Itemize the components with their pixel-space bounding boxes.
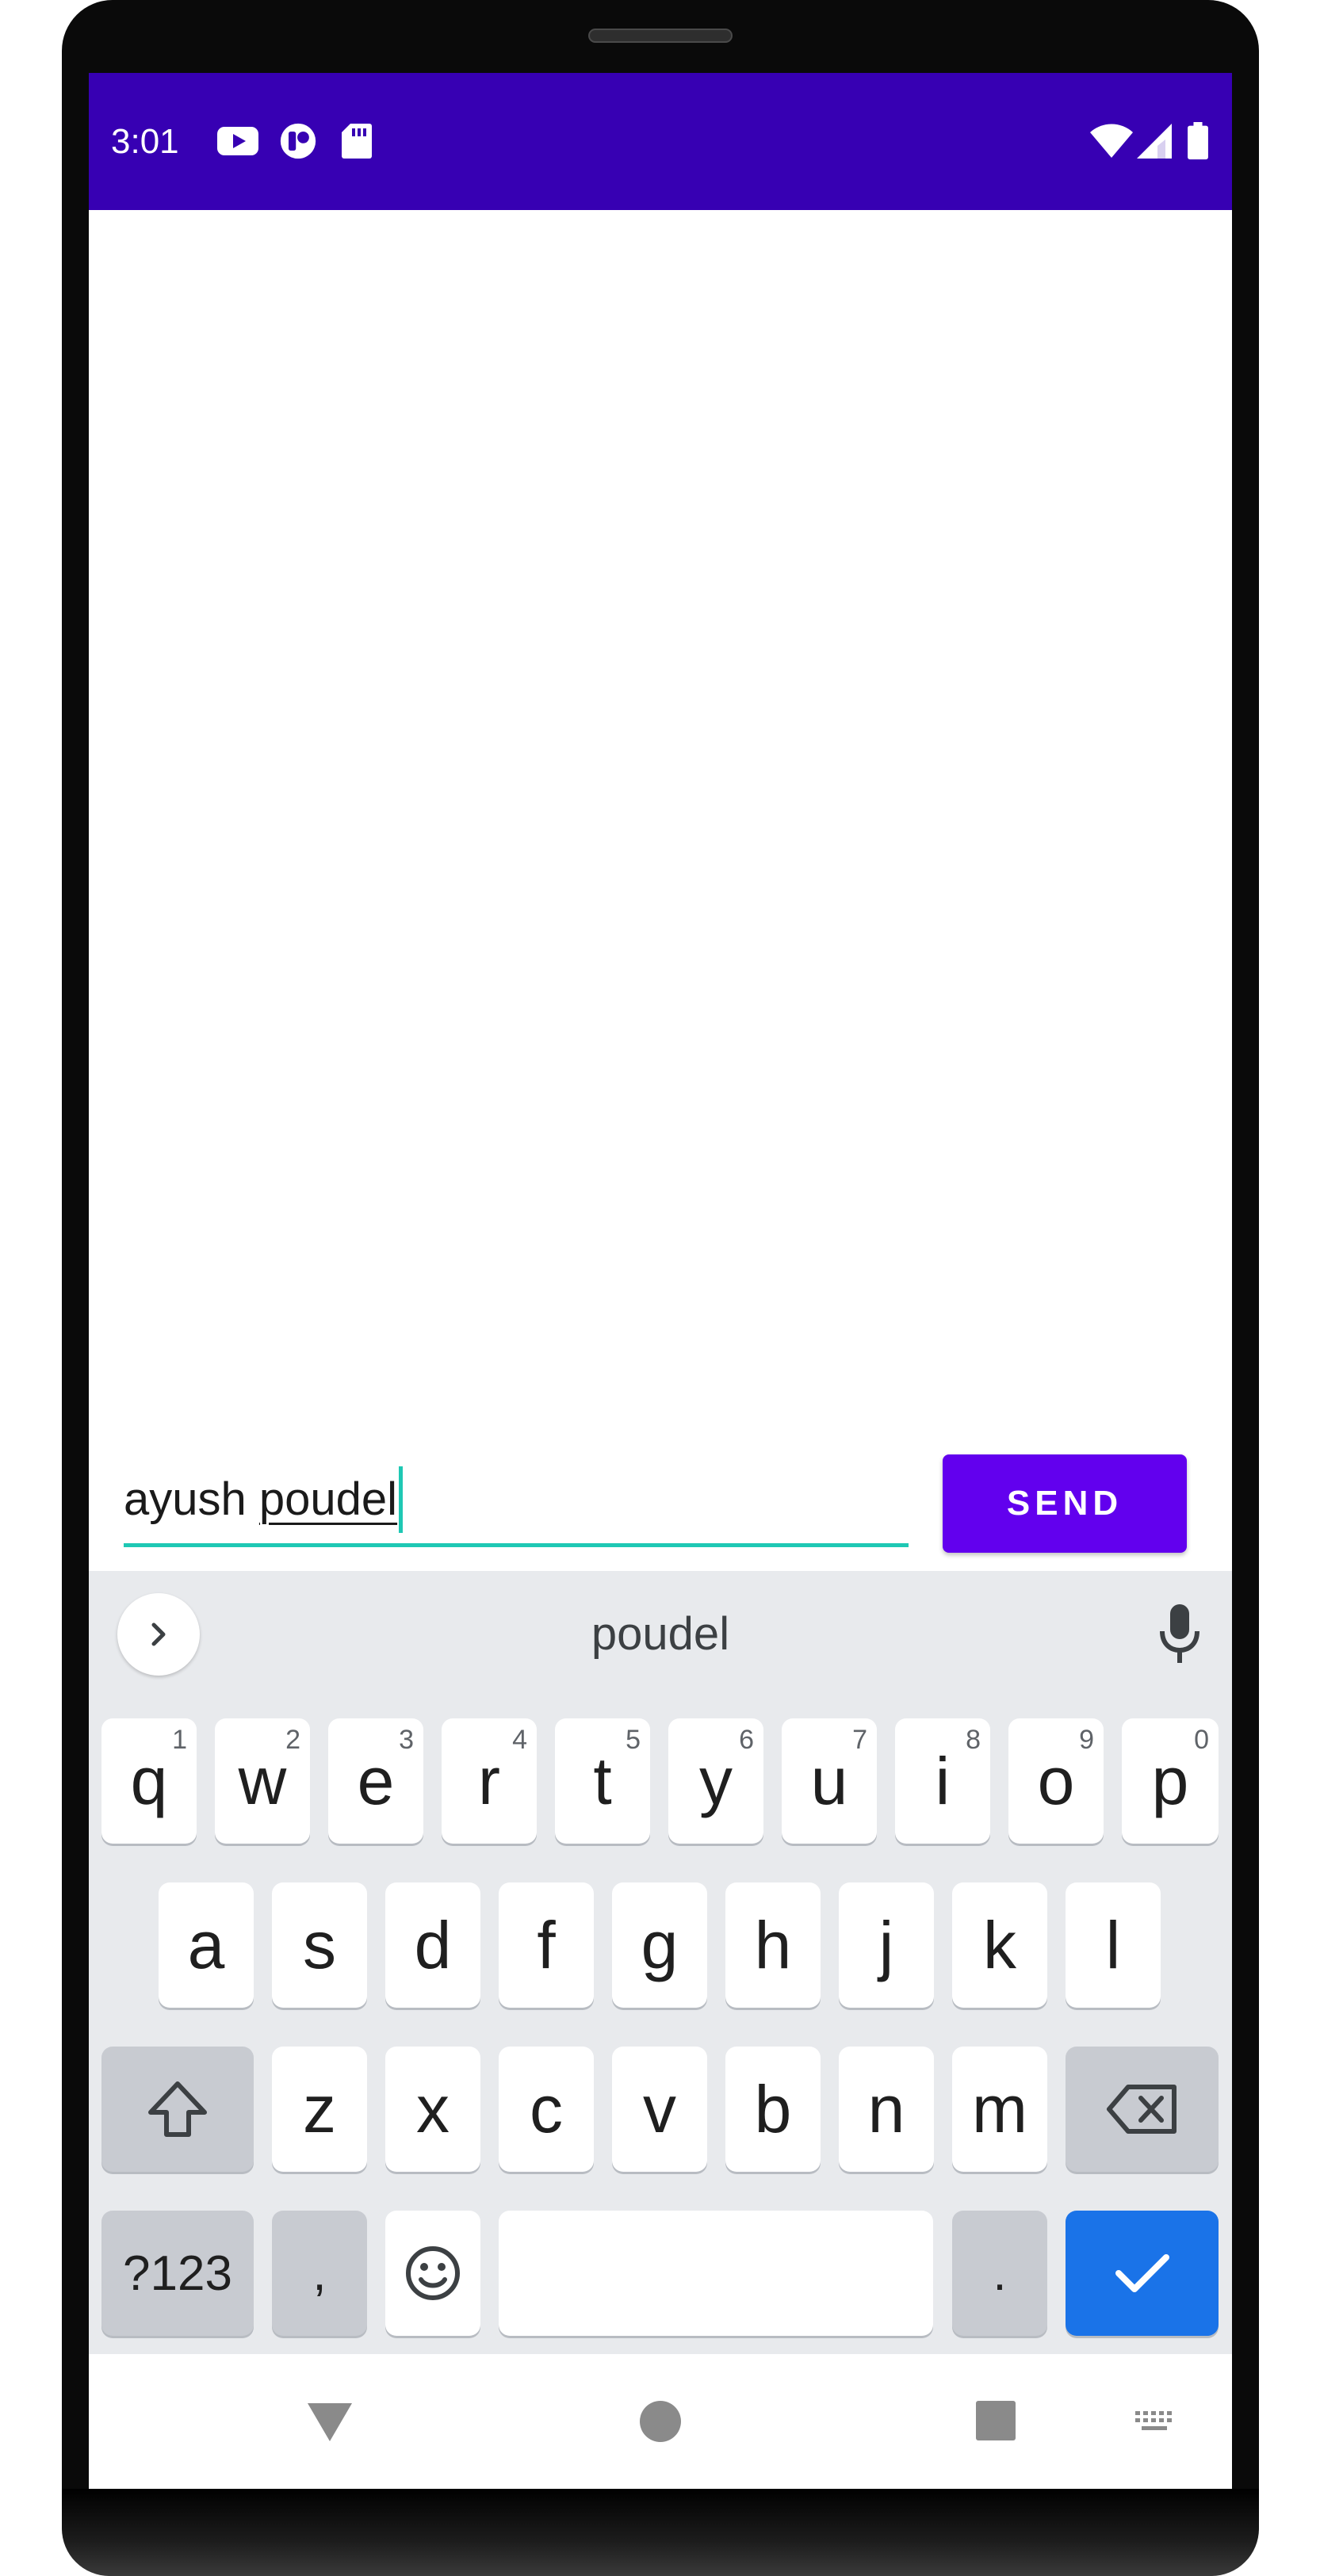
microphone-icon[interactable]	[1157, 1601, 1202, 1668]
app-notification-icon	[280, 123, 316, 159]
key-x[interactable]: x	[385, 2047, 480, 2172]
key-hint: 5	[626, 1725, 641, 1755]
key-hint: 3	[399, 1725, 414, 1755]
key-label: q	[130, 1743, 168, 1818]
key-label: p	[1151, 1743, 1189, 1818]
key-p[interactable]: p0	[1122, 1718, 1219, 1844]
device-frame-bottom	[62, 2489, 1259, 2576]
key-g[interactable]: g	[612, 1882, 707, 2008]
message-input[interactable]: ayush poudel	[124, 1452, 909, 1547]
key-label: w	[238, 1743, 287, 1818]
wifi-icon	[1090, 124, 1133, 158]
key-label: t	[593, 1743, 612, 1818]
recents-icon[interactable]	[975, 2400, 1016, 2441]
key-t[interactable]: t5	[555, 1718, 650, 1844]
backspace-icon	[1106, 2085, 1177, 2134]
input-underline	[124, 1543, 909, 1547]
send-button[interactable]: SEND	[943, 1454, 1187, 1553]
key-q[interactable]: q1	[101, 1718, 197, 1844]
emoji-icon	[406, 2246, 460, 2300]
key-f[interactable]: f	[499, 1882, 594, 2008]
navigation-bar	[89, 2354, 1232, 2489]
text-cursor	[399, 1466, 404, 1533]
key-label: r	[478, 1743, 500, 1818]
key-h[interactable]: h	[725, 1882, 821, 2008]
key-j[interactable]: j	[839, 1882, 934, 2008]
key-r[interactable]: r4	[442, 1718, 537, 1844]
chevron-right-icon	[151, 1622, 166, 1646]
cell-signal-icon	[1137, 124, 1172, 159]
key-k[interactable]: k	[952, 1882, 1047, 2008]
comma-key[interactable]: ,	[272, 2211, 367, 2336]
message-input-text: ayush	[124, 1473, 259, 1525]
key-e[interactable]: e3	[328, 1718, 423, 1844]
enter-key[interactable]	[1066, 2211, 1219, 2336]
key-hint: 6	[739, 1725, 754, 1755]
key-label: u	[810, 1743, 848, 1818]
key-u[interactable]: u7	[782, 1718, 877, 1844]
emoji-key[interactable]	[385, 2211, 480, 2336]
screen: 3:01 ayush poudel SEND poudel q 1 w 2 e …	[89, 73, 1232, 2489]
keyboard-menu-button[interactable]	[117, 1593, 200, 1676]
key-hint: 2	[285, 1725, 300, 1755]
key-l[interactable]: l	[1066, 1882, 1161, 2008]
status-time: 3:01	[111, 122, 179, 161]
space-key[interactable]	[499, 2211, 933, 2336]
symbols-key[interactable]: ?123	[101, 2211, 254, 2336]
key-s[interactable]: s	[272, 1882, 367, 2008]
key-n[interactable]: n	[839, 2047, 934, 2172]
key-hint: 8	[966, 1725, 981, 1755]
key-label: y	[699, 1743, 733, 1818]
period-key[interactable]: .	[952, 2211, 1047, 2336]
key-m[interactable]: m	[952, 2047, 1047, 2172]
suggestion-strip: poudel	[89, 1571, 1232, 1698]
key-o[interactable]: o9	[1008, 1718, 1104, 1844]
earpiece-speaker	[588, 29, 733, 43]
key-hint: 0	[1194, 1725, 1209, 1755]
key-z[interactable]: z	[272, 2047, 367, 2172]
sd-card-icon	[342, 124, 372, 159]
youtube-icon	[217, 127, 258, 155]
key-d[interactable]: d	[385, 1882, 480, 2008]
backspace-key[interactable]	[1066, 2047, 1219, 2172]
key-hint: 9	[1079, 1725, 1094, 1755]
key-a[interactable]: a	[159, 1882, 254, 2008]
word-suggestion[interactable]: poudel	[502, 1571, 819, 1698]
key-label: i	[935, 1743, 951, 1818]
keyboard-switch-icon[interactable]	[1134, 2410, 1178, 2435]
key-c[interactable]: c	[499, 2047, 594, 2172]
key-i[interactable]: i8	[895, 1718, 990, 1844]
shift-icon	[148, 2081, 207, 2137]
key-label: e	[357, 1743, 395, 1818]
key-hint: 7	[852, 1725, 867, 1755]
key-b[interactable]: b	[725, 2047, 821, 2172]
key-hint: 1	[172, 1725, 187, 1755]
home-icon[interactable]	[639, 2400, 682, 2443]
status-bar: 3:01	[89, 73, 1232, 210]
message-input-composing-word: poudel	[258, 1473, 398, 1525]
key-v[interactable]: v	[612, 2047, 707, 2172]
shift-key[interactable]	[101, 2047, 254, 2172]
key-y[interactable]: y6	[668, 1718, 763, 1844]
battery-icon	[1188, 122, 1208, 160]
key-hint: 4	[512, 1725, 527, 1755]
key-w[interactable]: w2	[215, 1718, 310, 1844]
key-label: o	[1037, 1743, 1075, 1818]
soft-keyboard: poudel q1 w2 e3 r4 t5 y6 u7 i8 o9 p0 a s…	[89, 1571, 1232, 2354]
back-icon[interactable]	[306, 2400, 354, 2443]
checkmark-icon	[1115, 2254, 1169, 2292]
